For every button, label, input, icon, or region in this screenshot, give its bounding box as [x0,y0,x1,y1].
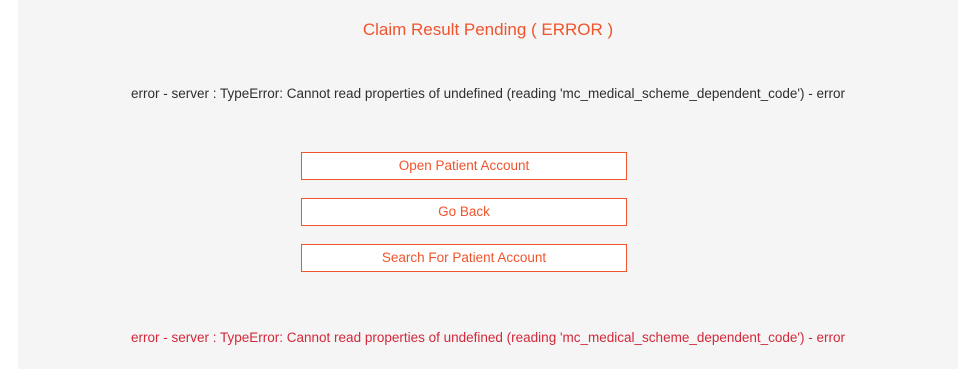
claim-result-panel: Claim Result Pending ( ERROR ) error - s… [18,0,958,369]
open-patient-account-button[interactable]: Open Patient Account [301,152,627,180]
footer-error-message: error - server : TypeError: Cannot read … [130,330,846,345]
server-error-message: error - server : TypeError: Cannot read … [130,86,846,101]
page-title: Claim Result Pending ( ERROR ) [362,20,614,39]
go-back-button[interactable]: Go Back [301,198,627,226]
search-for-patient-account-button[interactable]: Search For Patient Account [301,244,627,272]
